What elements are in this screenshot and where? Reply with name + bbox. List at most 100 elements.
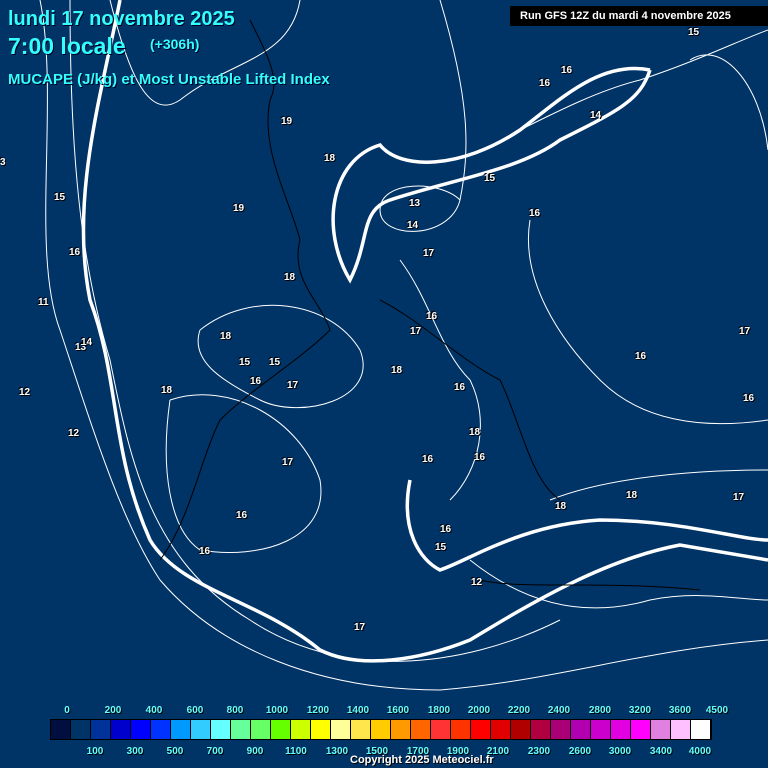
contour-label: 16 [440,524,452,535]
contour-label: 18 [626,490,638,501]
legend-tick-label: 1000 [265,705,289,716]
legend-tick-label: 500 [166,746,184,757]
contour-label: 14 [81,337,93,348]
legend-swatch [571,720,591,739]
legend-tick-label: 3000 [608,746,632,757]
contour-label: 16 [199,546,211,557]
legend-tick-label: 2400 [547,705,571,716]
contour-label: 16 [539,78,551,89]
legend-tick-label: 2000 [467,705,491,716]
legend-swatch [391,720,411,739]
contour-label: 15 [269,357,281,368]
contour-label: 16 [236,510,248,521]
forecast-offset: (+306h) [150,36,200,52]
contour-label: 16 [529,208,541,219]
legend-swatch [531,720,551,739]
contour-label: 16 [250,376,262,387]
legend-tick-label: 1600 [386,705,410,716]
legend-tick-label: 200 [104,705,122,716]
legend-tick-label: 800 [226,705,244,716]
coastlines [159,19,701,591]
legend-swatch [671,720,691,739]
contour-label: 18 [555,501,567,512]
legend-tick-label: 1300 [325,746,349,757]
legend-tick-label: 0 [64,705,70,716]
legend-tick-label: 2600 [568,746,592,757]
contour-label: 16 [635,351,647,362]
legend-tick-label: 600 [186,705,204,716]
legend-swatch [691,720,711,739]
weather-map [39,0,768,691]
contour-label: 14 [407,220,419,231]
forecast-date: lundi 17 novembre 2025 [8,8,235,30]
legend-swatch [491,720,511,739]
contour-label: 16 [561,65,573,76]
contour-label: 19 [281,116,293,127]
contour-label: 12 [471,577,483,588]
legend-swatch [231,720,251,739]
legend-swatch [91,720,111,739]
contour-label: 14 [590,110,602,121]
contour-label: 16 [426,311,438,322]
contour-label: 16 [454,382,466,393]
legend-swatch [291,720,311,739]
run-info: Run GFS 12Z du mardi 4 novembre 2025 [510,6,768,26]
contour-label: 18 [391,365,403,376]
legend-swatch [211,720,231,739]
legend-swatch [111,720,131,739]
contour-label: 16 [743,393,755,404]
legend-swatch [271,720,291,739]
forecast-time: 7:00 locale [8,33,126,59]
legend-swatch [171,720,191,739]
legend-swatch [251,720,271,739]
contour-label: 15 [688,27,700,38]
legend-tick-label: 900 [246,746,264,757]
legend-tick-label: 1800 [427,705,451,716]
contour-label: 12 [68,428,80,439]
legend-swatch [331,720,351,739]
contour-label: 17 [410,326,422,337]
contour-label: 17 [423,248,435,259]
legend-swatch [471,720,491,739]
contour-label: 18 [220,331,232,342]
legend-tick-label: 700 [206,746,224,757]
legend-swatch [131,720,151,739]
color-legend [50,719,712,740]
contour-label: 12 [19,387,31,398]
legend-swatch [591,720,611,739]
legend-tick-label: 4500 [705,705,729,716]
contour-label: 13 [409,198,421,209]
contour-label: 17 [739,326,751,337]
contour-label: 18 [161,385,173,396]
legend-tick-label: 400 [145,705,163,716]
contour-label: 17 [354,622,366,633]
contour-label: 19 [233,203,245,214]
contour-label: 15 [484,173,496,184]
legend-tick-label: 2200 [507,705,531,716]
contour-label: 16 [474,452,486,463]
contour-label: 17 [287,380,299,391]
legend-swatch [451,720,471,739]
contour-label: 3 [0,157,6,168]
legend-swatch [631,720,651,739]
legend-swatch [551,720,571,739]
legend-swatch [411,720,431,739]
contour-label: 16 [69,247,81,258]
contour-label: 11 [38,297,49,308]
legend-swatch [51,720,71,739]
legend-tick-label: 1200 [306,705,330,716]
lifted-index-contours-thick [81,0,768,663]
legend-swatch [311,720,331,739]
contour-label: 17 [282,457,294,468]
legend-tick-label: 2300 [527,746,551,757]
contour-label: 18 [284,272,296,283]
contour-label: 17 [733,492,745,503]
legend-tick-label: 3400 [649,746,673,757]
legend-tick-label: 4000 [688,746,712,757]
legend-tick-label: 2800 [588,705,612,716]
contour-label: 18 [469,427,481,438]
parameter-title: MUCAPE (J/kg) et Most Unstable Lifted In… [8,71,330,88]
contour-label: 15 [435,542,447,553]
contour-label: 16 [422,454,434,465]
legend-swatch [431,720,451,739]
